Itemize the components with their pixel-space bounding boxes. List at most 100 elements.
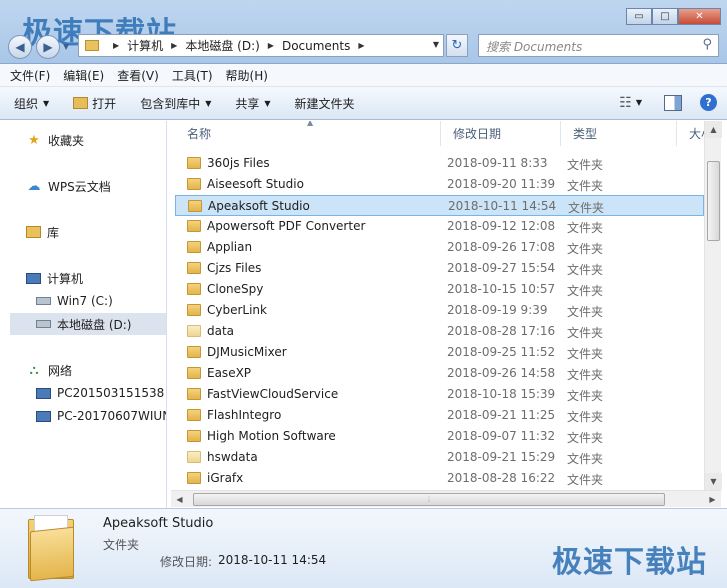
sidebar-item-pc2[interactable]: PC-20170607WIUN bbox=[36, 405, 166, 427]
file-row[interactable]: EaseXP 2018-09-26 14:58 文件夹 bbox=[175, 363, 704, 384]
file-name: EaseXP bbox=[207, 366, 252, 380]
view-dropdown-button[interactable]: ▼ bbox=[636, 98, 642, 107]
breadcrumb-separator[interactable]: ▶ bbox=[268, 41, 274, 50]
sidebar-item-network[interactable]: ⛬ 网络 bbox=[26, 359, 72, 381]
scroll-right-button[interactable]: ▶ bbox=[704, 491, 721, 508]
address-dropdown-button[interactable]: ▼ bbox=[433, 40, 439, 49]
preview-pane-icon[interactable] bbox=[664, 94, 682, 111]
file-row[interactable]: FlashIntegro 2018-09-21 11:25 文件夹 bbox=[175, 405, 704, 426]
folder-icon bbox=[187, 157, 201, 169]
column-header-name[interactable]: 名称 bbox=[175, 121, 441, 146]
file-modified-date: 2018-09-11 8:33 bbox=[447, 156, 548, 170]
file-row[interactable]: Aiseesoft Studio 2018-09-20 11:39 文件夹 bbox=[175, 174, 704, 195]
share-button[interactable]: 共享 ▼ bbox=[235, 95, 270, 112]
folder-icon bbox=[187, 325, 201, 337]
breadcrumb-separator[interactable]: ▶ bbox=[171, 41, 177, 50]
folder-icon bbox=[187, 220, 201, 232]
include-in-library-button[interactable]: 包含到库中 ▼ bbox=[140, 95, 211, 112]
maximize-button[interactable]: □ bbox=[652, 8, 678, 25]
minimize-button[interactable]: ▭ bbox=[626, 8, 652, 25]
sidebar-item-drive-d[interactable]: 本地磁盘 (D:) bbox=[10, 313, 166, 335]
menu-tools[interactable]: 工具(T) bbox=[172, 67, 213, 84]
folder-icon bbox=[187, 304, 201, 316]
column-header-size[interactable]: 大小 bbox=[677, 121, 704, 146]
menu-help[interactable]: 帮助(H) bbox=[226, 67, 268, 84]
sidebar-item-drive-c[interactable]: Win7 (C:) bbox=[36, 290, 113, 312]
sidebar-label: 计算机 bbox=[47, 271, 84, 286]
library-icon bbox=[26, 226, 41, 238]
sidebar-item-favorites[interactable]: ★ 收藏夹 bbox=[26, 129, 84, 151]
view-options-icon[interactable]: ☷ bbox=[619, 95, 632, 111]
breadcrumb-separator[interactable]: ▶ bbox=[358, 41, 364, 50]
file-row[interactable]: Apowersoft PDF Converter 2018-09-12 12:08… bbox=[175, 216, 704, 237]
file-type: 文件夹 bbox=[567, 179, 604, 193]
toolbar-right: ☷ ▼ ? bbox=[619, 94, 717, 111]
breadcrumb-drive-d[interactable]: 本地磁盘 (D:) bbox=[185, 37, 259, 54]
include-library-label: 包含到库中 bbox=[140, 96, 201, 111]
network-icon: ⛬ bbox=[29, 362, 39, 378]
menu-file[interactable]: 文件(F) bbox=[10, 67, 50, 84]
sidebar-label: 网络 bbox=[48, 363, 73, 378]
sidebar-label: PC201503151538 bbox=[57, 386, 165, 400]
file-row[interactable]: CyberLink 2018-09-19 9:39 文件夹 bbox=[175, 300, 704, 321]
file-modified-date: 2018-09-20 11:39 bbox=[447, 177, 556, 191]
search-icon[interactable]: ⚲ bbox=[702, 37, 712, 52]
file-row[interactable]: CloneSpy 2018-10-15 10:57 文件夹 bbox=[175, 279, 704, 300]
scroll-left-button[interactable]: ◀ bbox=[171, 491, 188, 508]
scroll-up-button[interactable]: ▲ bbox=[705, 121, 722, 138]
back-button[interactable]: ◀ bbox=[8, 35, 32, 59]
breadcrumb-separator[interactable]: ▶ bbox=[113, 41, 119, 50]
file-type: 文件夹 bbox=[567, 431, 604, 445]
sidebar-item-computer[interactable]: 计算机 bbox=[26, 267, 83, 289]
horizontal-scrollbar[interactable]: ◀ ⦙ ▶ bbox=[171, 490, 721, 507]
scroll-down-button[interactable]: ▼ bbox=[705, 473, 722, 490]
file-list: ▲ 名称 修改日期 类型 大小 360js Files 2018-09-11 8:… bbox=[175, 121, 704, 490]
new-folder-button[interactable]: 新建文件夹 bbox=[295, 95, 355, 112]
file-type: 文件夹 bbox=[568, 201, 605, 215]
file-row[interactable]: Cjzs Files 2018-09-27 15:54 文件夹 bbox=[175, 258, 704, 279]
file-row[interactable]: FastViewCloudService 2018-10-18 15:39 文件夹 bbox=[175, 384, 704, 405]
column-header-row: ▲ 名称 修改日期 类型 大小 bbox=[175, 121, 704, 146]
vertical-scrollbar[interactable]: ▲ ▼ bbox=[704, 121, 722, 490]
file-row[interactable]: DJMusicMixer 2018-09-25 11:52 文件夹 bbox=[175, 342, 704, 363]
recent-pages-dropdown[interactable]: ▼ bbox=[63, 42, 69, 51]
search-input[interactable]: 搜索 Documents ⚲ bbox=[478, 34, 719, 57]
file-name: hswdata bbox=[207, 450, 258, 464]
file-row[interactable]: Applian 2018-09-26 17:08 文件夹 bbox=[175, 237, 704, 258]
chevron-down-icon: ▼ bbox=[205, 98, 212, 108]
breadcrumb-documents[interactable]: Documents bbox=[282, 39, 350, 53]
file-row[interactable]: data 2018-08-28 17:16 文件夹 bbox=[175, 321, 704, 342]
menu-view[interactable]: 查看(V) bbox=[117, 67, 159, 84]
open-label: 打开 bbox=[92, 96, 117, 111]
breadcrumb-computer[interactable]: 计算机 bbox=[127, 37, 163, 54]
file-modified-date: 2018-08-28 17:16 bbox=[447, 324, 556, 338]
sidebar-item-wps-cloud[interactable]: ☁ WPS云文档 bbox=[26, 175, 111, 197]
file-row[interactable]: 360js Files 2018-09-11 8:33 文件夹 bbox=[175, 153, 704, 174]
column-header-type[interactable]: 类型 bbox=[561, 121, 677, 146]
refresh-button[interactable]: ↻ bbox=[446, 34, 468, 57]
file-row[interactable]: hswdata 2018-09-21 15:29 文件夹 bbox=[175, 447, 704, 468]
open-button[interactable]: 打开 bbox=[73, 95, 116, 112]
file-row[interactable]: High Motion Software 2018-09-07 11:32 文件夹 bbox=[175, 426, 704, 447]
folder-icon bbox=[187, 178, 201, 190]
file-type: 文件夹 bbox=[567, 263, 604, 277]
folder-icon bbox=[187, 241, 201, 253]
vertical-scroll-thumb[interactable] bbox=[707, 161, 720, 241]
organize-button[interactable]: 组织 ▼ bbox=[14, 95, 49, 112]
menu-edit[interactable]: 编辑(E) bbox=[63, 67, 104, 84]
drive-icon bbox=[36, 297, 51, 305]
column-header-date[interactable]: 修改日期 bbox=[441, 121, 561, 146]
sidebar-item-library[interactable]: 库 bbox=[26, 221, 59, 243]
forward-button[interactable]: ▶ bbox=[36, 35, 60, 59]
horizontal-scroll-thumb[interactable]: ⦙ bbox=[193, 493, 665, 506]
file-row[interactable]: iGrafx 2018-08-28 16:22 文件夹 bbox=[175, 468, 704, 489]
folder-icon bbox=[187, 430, 201, 442]
details-item-name: Apeaksoft Studio bbox=[103, 516, 214, 531]
help-icon[interactable]: ? bbox=[700, 94, 717, 111]
file-type: 文件夹 bbox=[567, 389, 604, 403]
sidebar-item-pc1[interactable]: PC201503151538 bbox=[36, 382, 164, 404]
close-button[interactable]: ✕ bbox=[678, 8, 721, 25]
file-row[interactable]: Apeaksoft Studio 2018-10-11 14:54 文件夹 bbox=[175, 195, 704, 216]
folder-icon bbox=[188, 200, 202, 212]
address-bar[interactable]: ▶ 计算机 ▶ 本地磁盘 (D:) ▶ Documents ▶ ▼ bbox=[78, 34, 444, 57]
